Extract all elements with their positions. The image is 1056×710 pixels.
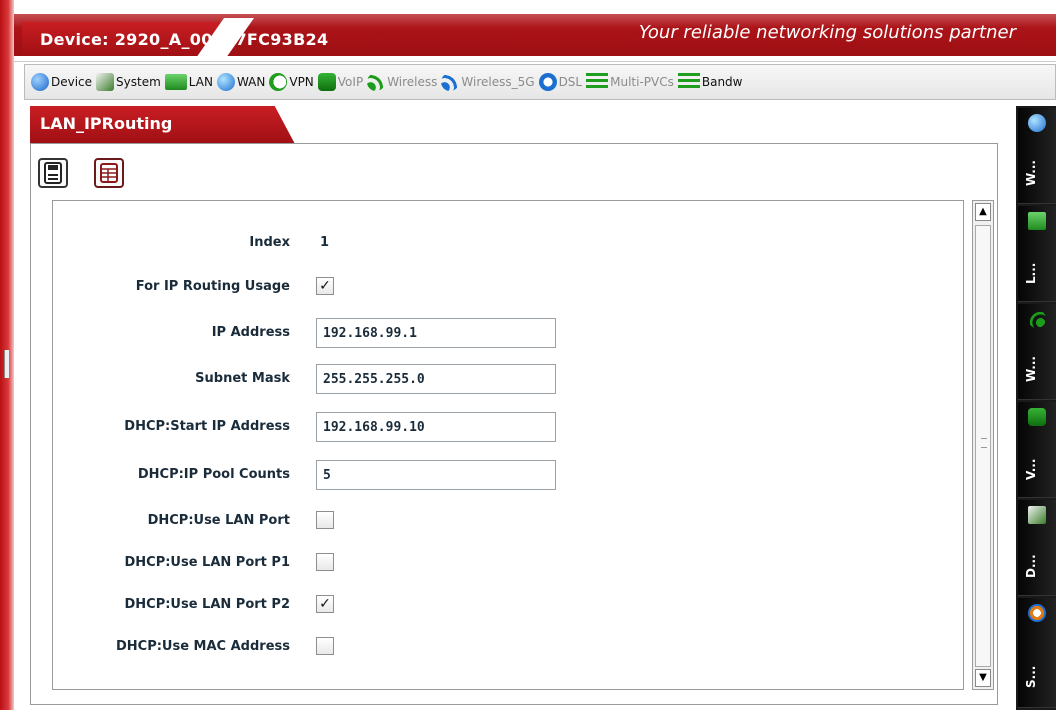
ip-routing-usage-checkbox[interactable]: ✓ xyxy=(316,277,334,295)
toolbar-item-wireless-5g[interactable]: Wireless_5G xyxy=(441,73,535,91)
toolbar-item-system[interactable]: System xyxy=(96,73,161,91)
row-dhcp-use-lan-port: DHCP:Use LAN Port xyxy=(52,510,912,550)
dhcp-start-ip-input[interactable] xyxy=(316,412,556,442)
row-dhcp-use-lan-port-p2: DHCP:Use LAN Port P2 ✓ xyxy=(52,594,912,634)
save-icon xyxy=(44,162,62,184)
scroll-grip-icon xyxy=(981,438,987,448)
pvc-icon xyxy=(586,73,609,91)
row-dhcp-start-ip: DHCP:Start IP Address xyxy=(52,410,912,450)
table-icon xyxy=(100,163,118,183)
system-icon xyxy=(1028,506,1046,524)
rail-item-label: V... xyxy=(1024,458,1038,480)
toolbar-item-multi-pvcs[interactable]: Multi-PVCs xyxy=(586,73,674,91)
rail-item-device[interactable]: D... xyxy=(1018,500,1056,596)
list-view-button[interactable] xyxy=(94,158,124,188)
wifi-icon xyxy=(1028,310,1046,328)
toolbar-item-lan[interactable]: LAN xyxy=(164,74,213,90)
rail-item-label: D... xyxy=(1024,554,1038,578)
index-value: 1 xyxy=(320,235,330,250)
globe-icon xyxy=(31,73,49,91)
globe-icon xyxy=(216,73,235,91)
toolbar-item-bandwidth[interactable]: Bandw xyxy=(677,73,743,91)
scroll-thumb[interactable] xyxy=(975,225,991,667)
subnet-mask-input[interactable] xyxy=(316,364,556,394)
row-dhcp-pool-counts: DHCP:IP Pool Counts xyxy=(52,458,912,498)
row-dhcp-use-mac: DHCP:Use MAC Address xyxy=(52,636,912,676)
dhcp-use-mac-label: DHCP:Use MAC Address xyxy=(115,639,290,654)
toolbar-item-label: Multi-PVCs xyxy=(610,75,674,89)
settings-icon xyxy=(1028,604,1046,622)
toolbar-item-label: WAN xyxy=(236,75,266,89)
wifi-icon xyxy=(441,73,460,91)
ip-address-input[interactable] xyxy=(316,318,556,348)
toolbar-item-wireless[interactable]: Wireless xyxy=(367,73,437,91)
toolbar-item-label: DSL xyxy=(558,75,583,89)
row-dhcp-use-lan-port-p1: DHCP:Use LAN Port P1 xyxy=(52,552,912,592)
row-subnet-mask: Subnet Mask xyxy=(52,362,912,402)
toolbar-item-label: Wireless xyxy=(387,75,438,89)
index-label: Index xyxy=(249,235,290,250)
vertical-scrollbar[interactable]: ▲ ▼ xyxy=(972,200,994,690)
dhcp-use-lan-port-label: DHCP:Use LAN Port xyxy=(147,513,290,528)
toolbar-item-dsl[interactable]: DSL xyxy=(538,73,583,91)
rail-item-label: W... xyxy=(1024,356,1038,382)
toolbar-item-label: System xyxy=(116,75,161,89)
toolbar-item-label: Wireless_5G xyxy=(461,75,535,89)
slogan: Your reliable networking solutions partn… xyxy=(638,22,1016,43)
rail-item-label: L... xyxy=(1024,262,1038,284)
system-icon xyxy=(96,73,115,91)
monitor-icon xyxy=(1028,212,1046,230)
dhcp-use-lan-port-p2-checkbox[interactable]: ✓ xyxy=(316,595,334,613)
toolbar-item-vpn[interactable]: VPN xyxy=(269,73,314,91)
wifi-icon xyxy=(367,73,386,91)
toolbar-item-wan[interactable]: WAN xyxy=(216,73,266,91)
subnet-mask-label: Subnet Mask xyxy=(195,371,290,386)
row-ip-address: IP Address xyxy=(52,316,912,356)
dhcp-use-lan-port-p1-checkbox[interactable] xyxy=(316,553,334,571)
page-title: LAN_IPRouting xyxy=(40,114,173,133)
rail-item-label: S... xyxy=(1024,665,1038,688)
rail-item-settings[interactable]: S... xyxy=(1018,598,1056,708)
dhcp-use-lan-port-checkbox[interactable] xyxy=(316,511,334,529)
toolbar-item-label: LAN xyxy=(188,75,213,89)
rail-item-wan[interactable]: W... xyxy=(1018,108,1056,204)
main-toolbar: Device System LAN WAN VPN VoIP Wireless … xyxy=(24,64,1056,100)
ip-address-label: IP Address xyxy=(211,325,290,340)
ip-routing-usage-label: For IP Routing Usage xyxy=(135,279,290,294)
phone-icon xyxy=(1028,408,1046,426)
save-button[interactable] xyxy=(38,158,68,188)
row-ip-routing-usage: For IP Routing Usage ✓ xyxy=(52,276,912,316)
bandwidth-icon xyxy=(677,73,700,91)
rail-item-wireless[interactable]: W... xyxy=(1018,304,1056,400)
rail-item-lan[interactable]: L... xyxy=(1018,206,1056,302)
toolbar-item-device[interactable]: Device xyxy=(31,73,92,91)
dhcp-use-lan-port-p1-label: DHCP:Use LAN Port P1 xyxy=(124,555,290,570)
toolbar-item-voip[interactable]: VoIP xyxy=(317,73,364,91)
vpn-icon xyxy=(269,73,288,91)
toolbar-item-label: VPN xyxy=(289,75,314,89)
toolbar-item-label: VoIP xyxy=(337,75,364,89)
rail-item-voip[interactable]: V... xyxy=(1018,402,1056,498)
phone-icon xyxy=(317,73,336,91)
dhcp-pool-counts-input[interactable] xyxy=(316,460,556,490)
toolbar-item-label: Bandw xyxy=(701,75,743,89)
rail-item-label: W... xyxy=(1024,160,1038,186)
dhcp-start-ip-label: DHCP:Start IP Address xyxy=(124,419,290,434)
row-index: Index 1 xyxy=(52,232,912,272)
dhcp-pool-counts-label: DHCP:IP Pool Counts xyxy=(137,467,290,482)
dhcp-use-lan-port-p2-label: DHCP:Use LAN Port P2 xyxy=(124,597,290,612)
device-title: Device: 2920_A_00507FC93B24 xyxy=(40,30,329,49)
scroll-up-button[interactable]: ▲ xyxy=(975,203,991,221)
globe-icon xyxy=(1028,114,1046,132)
toolbar-item-label: Device xyxy=(51,75,93,89)
dhcp-use-mac-checkbox[interactable] xyxy=(316,637,334,655)
scroll-down-button[interactable]: ▼ xyxy=(975,669,991,687)
dsl-icon xyxy=(538,73,557,91)
monitor-icon xyxy=(164,74,187,90)
